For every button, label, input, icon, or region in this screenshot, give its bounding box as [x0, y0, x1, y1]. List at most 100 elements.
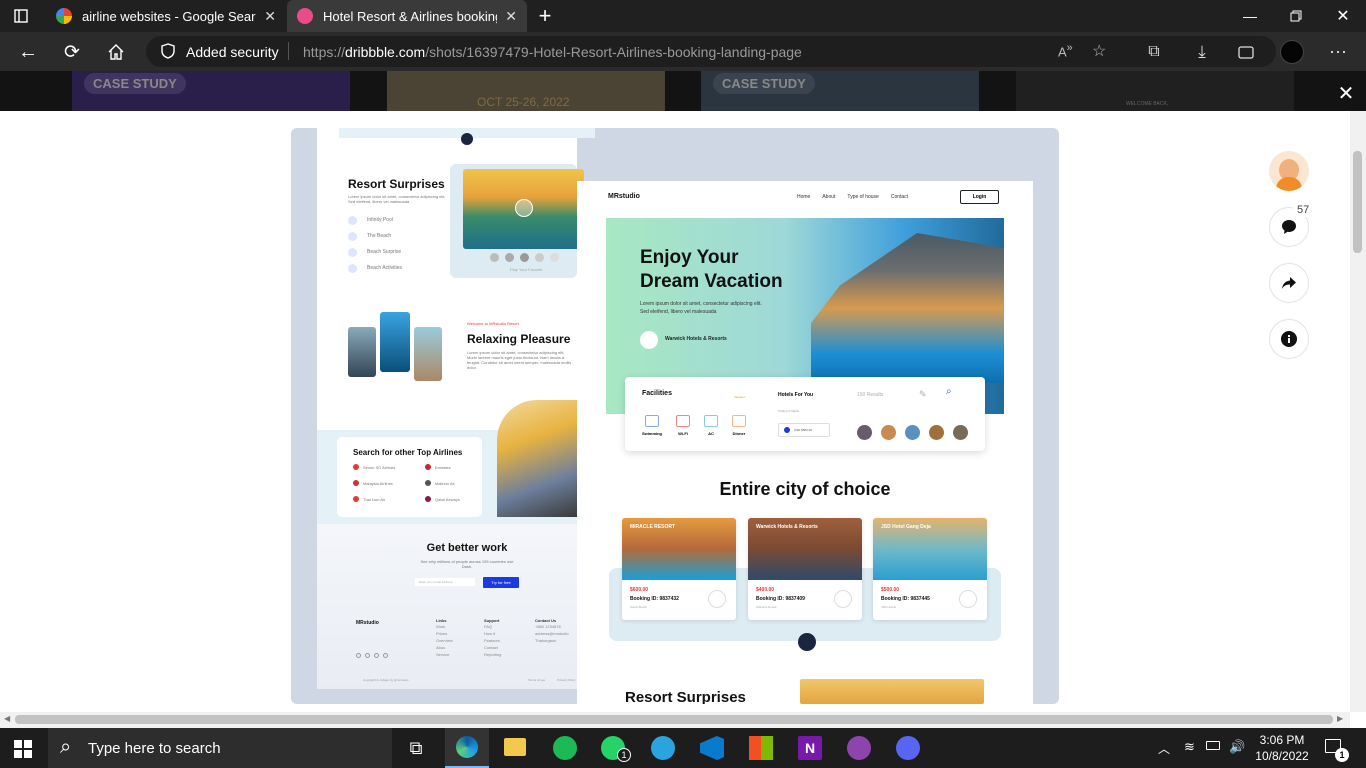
case-study-badge: CASE STUDY [713, 73, 815, 94]
discord-icon[interactable] [896, 736, 920, 760]
file-explorer-icon[interactable] [504, 738, 526, 756]
copyright: Copyright & collage by @mrstudio [363, 678, 409, 682]
facilities-tag: Vacation [734, 395, 746, 399]
traveler-photo [497, 400, 577, 517]
welcome-label: Welcome to MRstudio Resort [467, 321, 519, 326]
airline-item[interactable]: Thai Lion Air [353, 496, 425, 502]
edge-app[interactable] [445, 728, 489, 768]
video-card: Play Your Favorite [450, 164, 584, 278]
privacy-link[interactable]: Privacy Policy [557, 678, 576, 682]
restore-icon[interactable] [1286, 6, 1306, 26]
taskbar-search[interactable]: ⌕ Type here to search [48, 728, 392, 768]
battery-icon[interactable] [1206, 741, 1220, 750]
telegram-icon[interactable] [651, 736, 675, 760]
background-card: CASE STUDY [72, 71, 350, 111]
edit-icon[interactable]: ✎ [919, 389, 927, 400]
vscode-icon[interactable] [700, 736, 724, 760]
onenote-icon[interactable]: N [798, 736, 822, 760]
clock[interactable]: 3:06 PM 10/8/2022 [1252, 732, 1312, 764]
more-menu-icon[interactable]: ⋯ [1326, 40, 1350, 64]
new-tab-icon[interactable]: + [534, 3, 556, 28]
close-tab-icon[interactable]: ✕ [505, 8, 517, 25]
hotel-logo-icon [708, 590, 726, 608]
hero-desc: Lorem ipsum dolor sit amet, consectetur … [640, 301, 762, 315]
github-desktop-icon[interactable] [847, 736, 871, 760]
security-label: Added security [186, 44, 279, 60]
favorites-add-icon[interactable]: ☆ [1092, 41, 1106, 61]
facility-item: AC [704, 415, 719, 436]
divider [288, 42, 289, 60]
nav-item[interactable]: Contact [891, 194, 908, 200]
windows-start-icon[interactable] [12, 738, 34, 760]
design-login-button[interactable]: Login [960, 190, 999, 204]
airline-item[interactable]: Emirates [425, 464, 485, 470]
horizontal-scrollbar[interactable]: ◀ ▶ [0, 712, 1350, 728]
task-view-icon[interactable]: ⧉ [404, 737, 428, 759]
try-free-button[interactable]: Try for free [483, 577, 519, 588]
url-field[interactable]: Added security https://dribbble.com/shot… [146, 36, 1276, 67]
hotel-card[interactable]: Warwick Hotels & Resorts $400.00 Booking… [748, 518, 862, 620]
nav-item[interactable]: About [822, 194, 835, 200]
designer-avatar[interactable] [1269, 151, 1309, 191]
email-input[interactable]: Enter your email address [415, 578, 475, 586]
nav-item[interactable]: Type of house [847, 194, 878, 200]
scroll-chevron-icon [798, 633, 816, 651]
airline-list: Simon SG Airlines Emirates Malaysia Airl… [353, 464, 483, 502]
terms-link[interactable]: Terms of use [528, 678, 545, 682]
profile-avatar[interactable] [1280, 40, 1304, 64]
facilities-title: Facilities [642, 390, 672, 397]
spotify-icon[interactable] [553, 736, 577, 760]
airline-item[interactable]: Malaysia Airlines [353, 480, 425, 486]
resort-title-bottom: Resort Surprises [625, 689, 746, 704]
airlines-card: Search for other Top Airlines Simon SG A… [337, 437, 482, 517]
dribbble-icon [297, 8, 313, 24]
hotel-card[interactable]: MIRACLE RESORT $600.00 Booking ID: 98374… [622, 518, 736, 620]
info-button[interactable] [1269, 319, 1309, 359]
hotel-name: JSD Hotel Gang Deja [881, 524, 931, 530]
show-hidden-icons[interactable]: ︿ [1158, 740, 1170, 757]
phone-mockup [414, 327, 442, 381]
airline-item[interactable]: Malindo Air [425, 480, 485, 486]
vertical-scrollbar[interactable] [1350, 111, 1366, 712]
scroll-thumb[interactable] [15, 715, 1333, 724]
scroll-chevron-icon [461, 133, 473, 145]
results-count: 150 Results [857, 392, 884, 398]
edge-icon [456, 736, 478, 758]
price-chip[interactable]: USD $500.00 [778, 423, 830, 437]
extensions-icon[interactable]: ⧉ [1142, 40, 1166, 64]
nav-item[interactable]: Home [797, 194, 810, 200]
tab-actions-icon[interactable] [12, 7, 30, 25]
network-icon[interactable]: ≋ [1184, 739, 1195, 755]
scroll-right-icon[interactable]: ▶ [1337, 714, 1343, 723]
minimize-icon[interactable]: — [1240, 6, 1260, 26]
airline-item[interactable]: Simon SG Airlines [353, 464, 425, 470]
hotel-avatars [857, 425, 968, 440]
close-modal-icon[interactable]: ✕ [1334, 81, 1358, 105]
refresh-icon[interactable]: ⟳ [60, 40, 84, 64]
tab-dribbble[interactable]: Hotel Resort & Airlines booking l ✕ [287, 0, 527, 32]
back-icon[interactable]: ← [16, 40, 40, 64]
scroll-thumb[interactable] [1353, 151, 1362, 253]
home-icon[interactable] [104, 40, 128, 64]
close-window-icon[interactable]: ✕ [1333, 6, 1353, 26]
phone-mockup [380, 312, 410, 372]
search-icon[interactable]: ⌕ [946, 386, 952, 397]
airline-item[interactable]: Qatar Airways [425, 496, 485, 502]
collections-icon[interactable] [1234, 40, 1258, 64]
download-icon[interactable]: ⤓ [1190, 40, 1214, 64]
share-button[interactable] [1269, 263, 1309, 303]
scroll-left-icon[interactable]: ◀ [4, 714, 10, 723]
tab-google-search[interactable]: airline websites - Google Search ✕ [46, 0, 286, 32]
ms-store-icon[interactable] [749, 736, 773, 760]
read-aloud-icon[interactable]: A» [1058, 42, 1073, 59]
villa-photo [811, 233, 1004, 383]
hotel-name: MIRACLE RESORT [630, 524, 675, 530]
volume-icon[interactable]: 🔊 [1229, 739, 1245, 755]
close-tab-icon[interactable]: ✕ [264, 8, 276, 25]
list-item: Beach Activities [348, 260, 402, 276]
left-design-panel: Resort Surprises Lorem ipsum dolor sit a… [317, 128, 595, 689]
search-placeholder: Type here to search [88, 740, 221, 757]
taskbar: ⌕ Type here to search ⧉ 1 N ︿ ≋ 🔊 3:06 P… [0, 728, 1366, 768]
hotel-card[interactable]: JSD Hotel Gang Deja $500.00 Booking ID: … [873, 518, 987, 620]
hotel-chain: Warwick Hotels & Resorts [665, 336, 727, 342]
